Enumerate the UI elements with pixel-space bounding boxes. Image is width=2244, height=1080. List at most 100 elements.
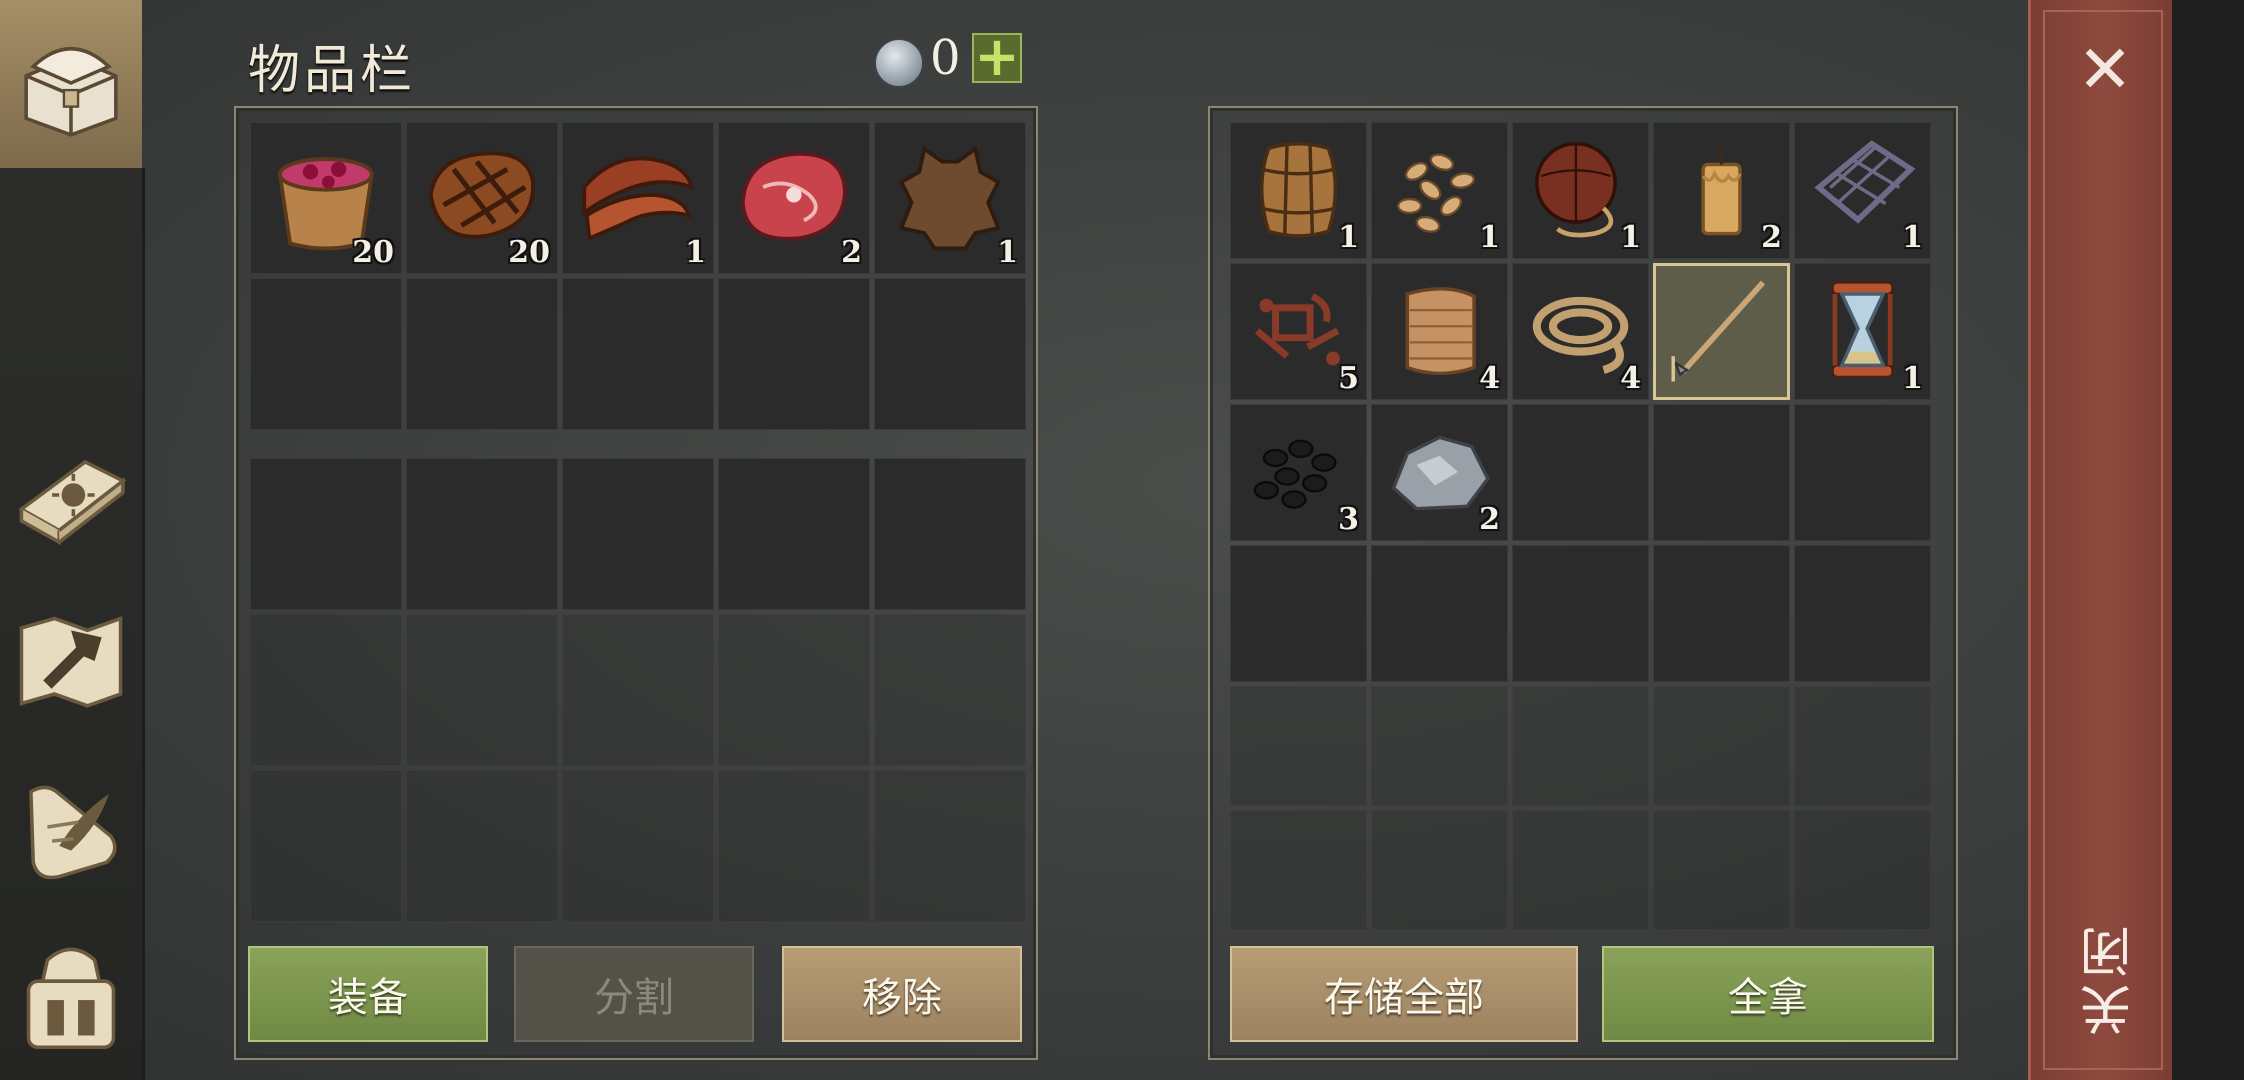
storage-slot[interactable] — [1794, 686, 1931, 806]
close-strip-frame — [2043, 10, 2163, 1070]
storage-slot[interactable] — [1794, 545, 1931, 682]
inventory-slot[interactable] — [874, 278, 1026, 430]
sidebar-item-inventory[interactable] — [0, 0, 142, 170]
storage-slot[interactable]: 4 — [1512, 263, 1649, 400]
inventory-slot[interactable] — [718, 614, 870, 766]
storage-slot[interactable] — [1230, 810, 1367, 930]
storage-slot[interactable] — [1512, 686, 1649, 806]
bacon-strips-icon — [582, 156, 695, 242]
storage-slot[interactable]: 1 — [1512, 122, 1649, 259]
item-quantity: 2 — [1479, 502, 1500, 537]
storage-slot[interactable] — [1653, 545, 1790, 682]
store-all-button[interactable]: 存储全部 — [1230, 946, 1578, 1042]
sidebar-item-quests[interactable] — [0, 762, 142, 892]
close-icon[interactable]: ✕ — [2075, 37, 2135, 103]
item-quantity: 1 — [1902, 220, 1923, 255]
inventory-slot[interactable]: 2 — [718, 122, 870, 274]
storage-slot[interactable] — [1512, 810, 1649, 930]
storage-slot[interactable]: 3 — [1230, 404, 1367, 541]
storage-slot[interactable] — [1653, 263, 1790, 400]
item-quantity: 4 — [1479, 361, 1500, 396]
storage-slot[interactable] — [1371, 686, 1508, 806]
inventory-slot[interactable] — [406, 278, 558, 430]
storage-slot[interactable]: 1 — [1230, 122, 1367, 259]
storage-slot[interactable]: 1 — [1794, 263, 1931, 400]
inventory-slot[interactable] — [250, 278, 402, 430]
storage-slot[interactable] — [1653, 686, 1790, 806]
sidebar-item-character[interactable] — [0, 928, 142, 1078]
item-quantity: 5 — [1338, 361, 1359, 396]
item-quantity: 1 — [997, 235, 1018, 270]
inventory-slot[interactable] — [562, 614, 714, 766]
inventory-slot[interactable] — [874, 458, 1026, 610]
map-hammer-icon — [19, 616, 123, 708]
close-strip[interactable]: ✕ 关闭 — [2028, 0, 2175, 1080]
inventory-slot[interactable] — [874, 614, 1026, 766]
inventory-extra-grid — [250, 458, 1026, 922]
currency-count: 0 — [930, 30, 961, 86]
storage-slot[interactable] — [1794, 404, 1931, 541]
inventory-slot[interactable] — [406, 458, 558, 610]
item-quantity: 2 — [841, 235, 862, 270]
item-quantity: 1 — [1479, 220, 1500, 255]
storage-slot[interactable] — [1794, 810, 1931, 930]
item-quantity: 1 — [1620, 220, 1641, 255]
storage-slot[interactable]: 2 — [1653, 122, 1790, 259]
item-quantity: 20 — [508, 235, 550, 270]
storage-slot[interactable]: 1 — [1371, 122, 1508, 259]
animal-hide-icon — [898, 145, 1002, 251]
inventory-grid: 20 20 1 2 1 — [250, 122, 1026, 430]
storage-slot[interactable] — [1512, 404, 1649, 541]
inventory-slot[interactable]: 20 — [250, 122, 402, 274]
inventory-slot[interactable] — [250, 458, 402, 610]
storage-slot[interactable] — [1653, 404, 1790, 541]
item-quantity: 1 — [685, 235, 706, 270]
storage-slot[interactable] — [1512, 545, 1649, 682]
sidebar-rest — [0, 168, 145, 1080]
storage-slot[interactable] — [1371, 545, 1508, 682]
currency-icon — [874, 38, 924, 88]
add-currency-button[interactable]: + — [972, 30, 1022, 84]
storage-slot[interactable] — [1653, 810, 1790, 930]
item-quantity: 3 — [1338, 502, 1359, 537]
chest-icon — [24, 47, 118, 137]
inventory-slot[interactable] — [250, 614, 402, 766]
storage-slot[interactable]: 2 — [1371, 404, 1508, 541]
item-quantity: 4 — [1620, 361, 1641, 396]
backpack-icon — [26, 947, 116, 1050]
inventory-slot[interactable] — [718, 770, 870, 922]
sidebar-item-journal[interactable] — [0, 430, 142, 560]
item-quantity: 2 — [1761, 220, 1782, 255]
inventory-slot[interactable] — [406, 614, 558, 766]
storage-slot[interactable]: 5 — [1230, 263, 1367, 400]
item-quantity: 20 — [352, 235, 394, 270]
raw-meat-icon — [741, 152, 847, 241]
inventory-slot[interactable] — [874, 770, 1026, 922]
inventory-title: 物品栏 — [248, 41, 417, 101]
storage-slot[interactable] — [1371, 810, 1508, 930]
inventory-slot[interactable] — [562, 770, 714, 922]
split-button[interactable]: 分割 — [514, 946, 754, 1042]
inventory-slot[interactable] — [562, 458, 714, 610]
storage-slot[interactable]: 4 — [1371, 263, 1508, 400]
inventory-slot[interactable] — [718, 458, 870, 610]
equip-button[interactable]: 装备 — [248, 946, 488, 1042]
screen-edge — [2172, 0, 2244, 1080]
inventory-slot[interactable] — [562, 278, 714, 430]
inventory-slot[interactable]: 1 — [562, 122, 714, 274]
storage-slot[interactable]: 1 — [1794, 122, 1931, 259]
remove-button[interactable]: 移除 — [782, 946, 1022, 1042]
inventory-slot[interactable] — [718, 278, 870, 430]
sidebar-item-crafting[interactable] — [0, 596, 142, 726]
storage-slot[interactable] — [1230, 686, 1367, 806]
close-label[interactable]: 关闭 — [2073, 920, 2141, 1036]
take-all-button[interactable]: 全拿 — [1602, 946, 1934, 1042]
inventory-slot[interactable] — [250, 770, 402, 922]
inventory-slot[interactable] — [406, 770, 558, 922]
storage-slot[interactable] — [1230, 545, 1367, 682]
sun-book-icon — [18, 459, 127, 546]
inventory-slot[interactable]: 1 — [874, 122, 1026, 274]
sidebar — [0, 0, 145, 1080]
item-quantity: 1 — [1902, 361, 1923, 396]
inventory-slot[interactable]: 20 — [406, 122, 558, 274]
